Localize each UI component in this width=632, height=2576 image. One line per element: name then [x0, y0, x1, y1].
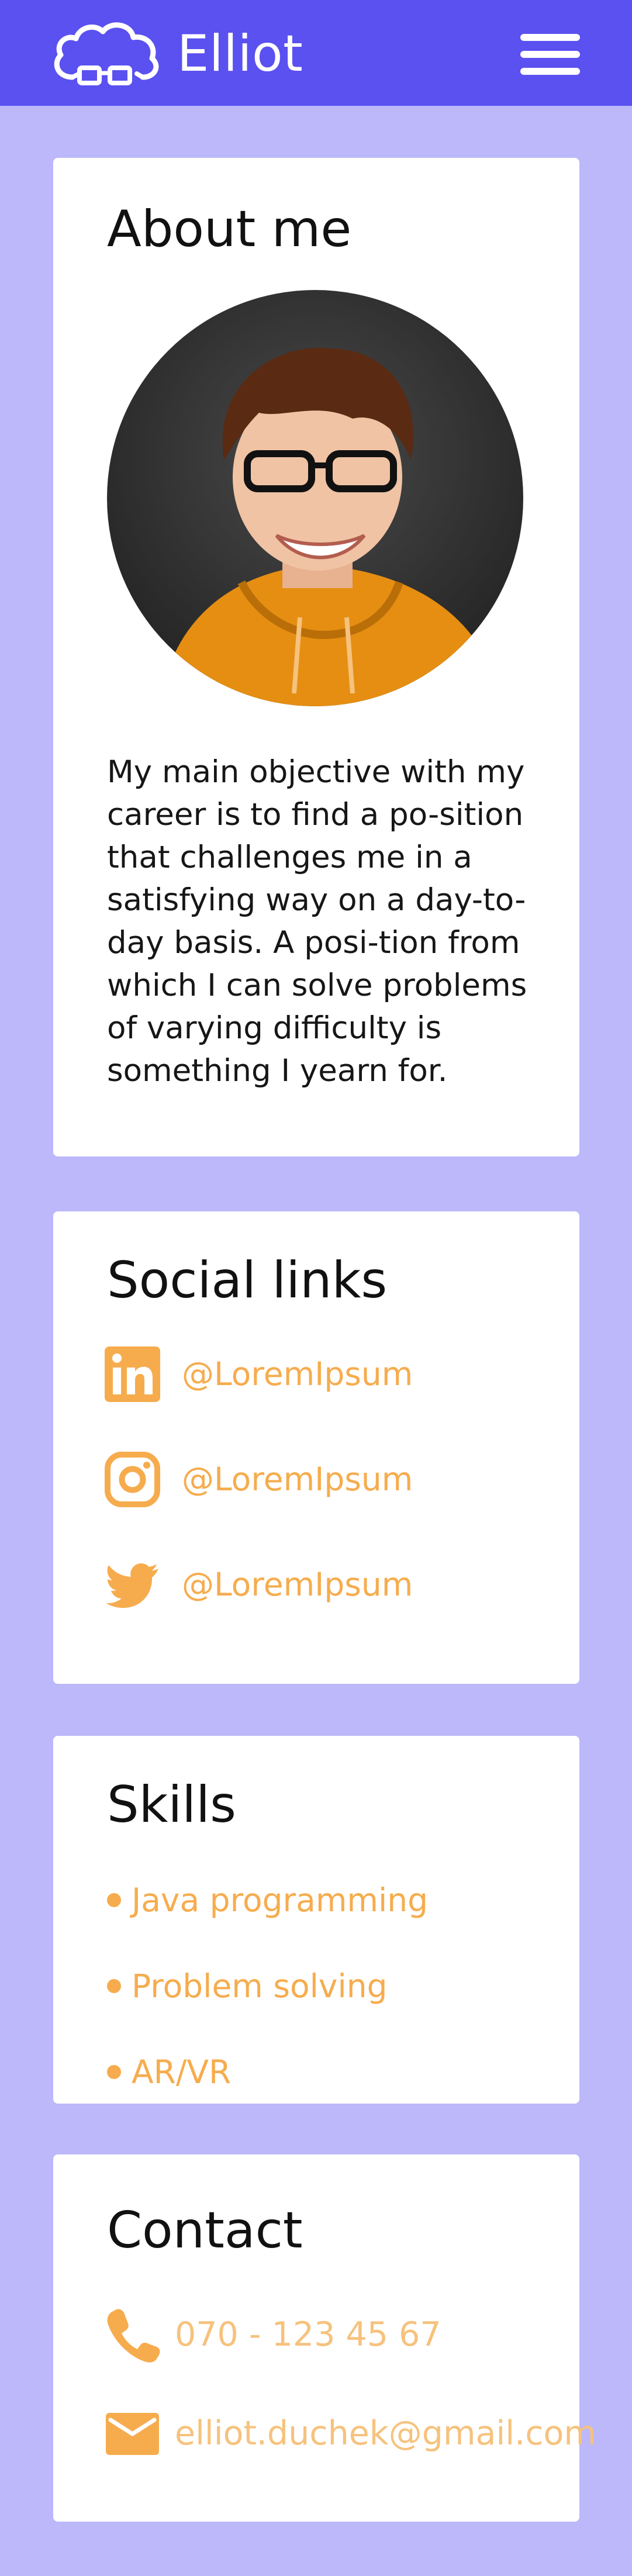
twitter-icon — [106, 1563, 158, 1608]
bullet-icon — [107, 1978, 121, 1993]
phone-link[interactable]: 070 - 123 45 67 — [105, 2305, 441, 2364]
skill-item: Java programming — [107, 1880, 428, 1921]
instagram-handle: @LoremIpsum — [182, 1460, 413, 1498]
about-card: About me My main objective with my caree… — [53, 158, 579, 1156]
skill-item: Problem solving — [107, 1966, 388, 2007]
twitter-handle: @LoremIpsum — [182, 1566, 413, 1603]
contact-title: Contact — [107, 2201, 303, 2260]
skills-title: Skills — [107, 1776, 236, 1834]
about-title: About me — [107, 200, 352, 258]
hamburger-menu-icon — [520, 34, 580, 41]
email-address: elliot.duchek@gmail.com — [175, 2414, 596, 2453]
linkedin-icon — [105, 1346, 160, 1402]
cloud-with-glasses-icon[interactable] — [49, 16, 160, 94]
linkedin-handle: @LoremIpsum — [182, 1355, 413, 1393]
social-links-title: Social links — [107, 1251, 388, 1310]
instagram-link[interactable]: @LoremIpsum — [105, 1450, 413, 1508]
bullet-icon — [107, 2064, 121, 2079]
skill-item: AR/VR — [107, 2052, 231, 2092]
phone-number: 070 - 123 45 67 — [175, 2315, 441, 2354]
bullet-icon — [107, 1893, 121, 1907]
skills-card: Skills Java programming Problem solving … — [53, 1736, 579, 2104]
instagram-icon — [105, 1451, 160, 1507]
about-bio-text: My main objective with my career is to f… — [107, 754, 527, 1089]
brand-name: Elliot — [177, 25, 303, 83]
phone-icon — [107, 2308, 160, 2363]
email-link[interactable]: elliot.duchek@gmail.com — [105, 2404, 596, 2463]
top-navigation-bar: Elliot — [0, 0, 632, 106]
twitter-link[interactable]: @LoremIpsum — [105, 1555, 413, 1614]
envelope-icon — [106, 2412, 159, 2455]
social-links-card: Social links @LoremIpsum @LoremIpsum @Lo… — [53, 1211, 579, 1684]
hamburger-menu-button[interactable] — [520, 34, 580, 75]
profile-photo — [107, 290, 523, 706]
contact-card: Contact 070 - 123 45 67 elliot.duchek@gm… — [53, 2154, 596, 2522]
linkedin-link[interactable]: @LoremIpsum — [105, 1345, 413, 1403]
